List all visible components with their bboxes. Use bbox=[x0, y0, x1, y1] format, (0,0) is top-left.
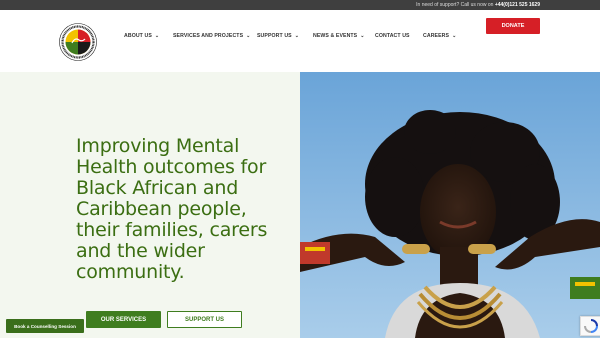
chevron-down-icon: ⌄ bbox=[154, 33, 160, 39]
support-us-button[interactable]: SUPPORT US bbox=[167, 311, 242, 328]
recaptcha-badge[interactable] bbox=[580, 316, 600, 336]
nav-contact-us[interactable]: CONTACT US bbox=[375, 33, 410, 43]
site-header: ABOUT US ⌄ SERVICES AND PROJECTS ⌄ SUPPORT… bbox=[0, 10, 600, 72]
hero-text-panel: Improving Mental Health outcomes for Bla… bbox=[0, 72, 300, 338]
book-counselling-button[interactable]: Book a Counselling Session bbox=[6, 319, 84, 333]
nav-about-us[interactable]: ABOUT US ⌄ bbox=[124, 33, 159, 43]
nav-services-and-projects[interactable]: SERVICES AND PROJECTS ⌄ bbox=[173, 33, 250, 43]
logo[interactable] bbox=[59, 23, 97, 61]
our-services-button[interactable]: OUR SERVICES bbox=[86, 311, 161, 328]
support-text: In need of support? Call us now on +44(0… bbox=[416, 2, 540, 8]
nav-careers[interactable]: CAREERS ⌄ bbox=[423, 33, 456, 43]
recaptcha-icon bbox=[584, 319, 598, 333]
chevron-down-icon: ⌄ bbox=[452, 33, 457, 39]
hero-title: Improving Mental Health outcomes for Bla… bbox=[76, 135, 268, 283]
nav-support-us[interactable]: SUPPORT US ⌄ bbox=[257, 33, 299, 43]
chevron-down-icon: ⌄ bbox=[294, 33, 300, 39]
donate-button[interactable]: DONATE bbox=[486, 18, 540, 34]
phone-number[interactable]: +44(0)121 525 1629 bbox=[495, 2, 540, 8]
chevron-down-icon: ⌄ bbox=[246, 33, 251, 39]
chevron-down-icon: ⌄ bbox=[360, 33, 365, 39]
top-bar: In need of support? Call us now on +44(0… bbox=[0, 0, 600, 10]
woman-photo bbox=[300, 72, 600, 338]
hero-image bbox=[300, 72, 600, 338]
nav-news-events[interactable]: NEWS & EVENTS ⌄ bbox=[313, 33, 365, 43]
